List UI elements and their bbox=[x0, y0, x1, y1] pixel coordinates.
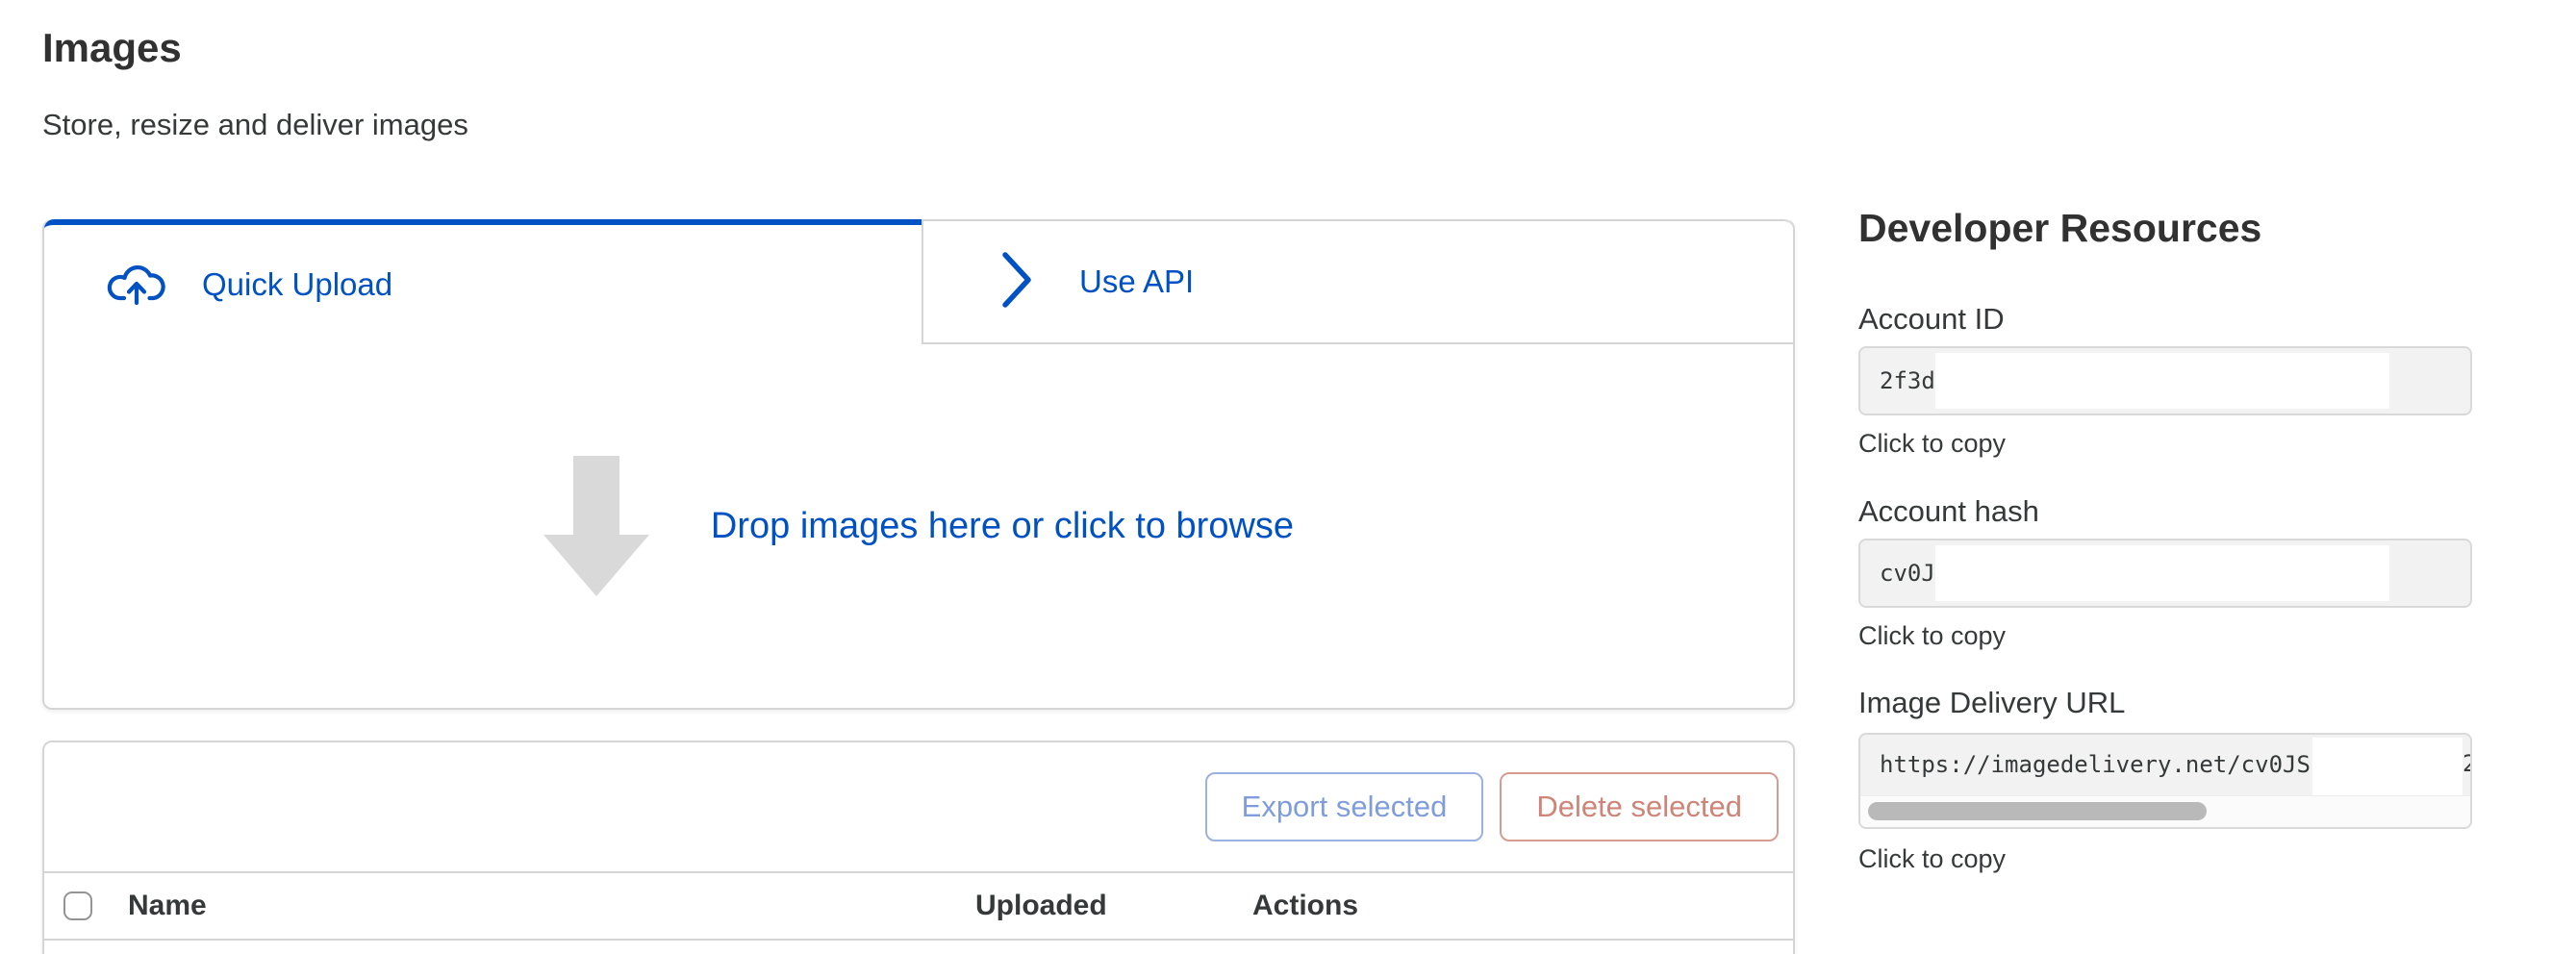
table-header-row: Name Uploaded Actions bbox=[44, 871, 1793, 941]
dropzone-label: Drop images here or click to browse bbox=[711, 506, 1294, 547]
horizontal-scrollbar-thumb[interactable] bbox=[1868, 802, 2207, 820]
image-delivery-url-value: https://imagedelivery.net/cv0JSj bbox=[1880, 735, 2324, 794]
developer-resources-panel: Developer Resources Account ID 2f3d Clic… bbox=[1858, 206, 2472, 954]
column-header-name: Name bbox=[128, 873, 207, 939]
image-delivery-url-copy-hint: Click to copy bbox=[1858, 844, 2006, 874]
redaction-overlay bbox=[1935, 353, 2389, 409]
chevron-right-icon bbox=[1000, 250, 1033, 314]
tab-quick-upload-label: Quick Upload bbox=[202, 266, 392, 303]
table-actions-row: Export selected Delete selected bbox=[44, 742, 1793, 871]
redaction-overlay bbox=[2312, 738, 2462, 797]
upload-panel: Quick Upload Use API Drop images here or… bbox=[42, 219, 1795, 710]
url-clipped-fragment: 2 bbox=[2462, 750, 2472, 785]
down-arrow-icon bbox=[543, 456, 649, 596]
account-hash-value: cv0J bbox=[1880, 560, 1935, 587]
delete-selected-button[interactable]: Delete selected bbox=[1500, 772, 1779, 841]
account-id-label: Account ID bbox=[1858, 302, 2005, 337]
account-id-field[interactable]: 2f3d bbox=[1858, 346, 2472, 415]
tab-use-api[interactable]: Use API bbox=[922, 219, 1793, 344]
image-dropzone[interactable]: Drop images here or click to browse bbox=[44, 344, 1793, 708]
select-all-checkbox[interactable] bbox=[63, 891, 92, 920]
tab-use-api-label: Use API bbox=[1079, 264, 1194, 300]
page-title: Images bbox=[42, 25, 182, 71]
image-delivery-url-field[interactable]: https://imagedelivery.net/cv0JSj 2 bbox=[1858, 733, 2472, 829]
cloud-upload-icon bbox=[106, 259, 167, 312]
account-hash-field[interactable]: cv0J bbox=[1858, 539, 2472, 608]
page-subtitle: Store, resize and deliver images bbox=[42, 108, 468, 142]
account-hash-copy-hint: Click to copy bbox=[1858, 621, 2006, 651]
column-header-uploaded: Uploaded bbox=[975, 873, 1107, 939]
account-hash-label: Account hash bbox=[1858, 494, 2039, 529]
developer-resources-title: Developer Resources bbox=[1858, 206, 2261, 251]
tab-quick-upload[interactable]: Quick Upload bbox=[44, 219, 922, 344]
account-id-value: 2f3d bbox=[1880, 367, 1935, 394]
horizontal-scrollbar bbox=[1860, 795, 2470, 827]
column-header-actions: Actions bbox=[1252, 873, 1358, 939]
account-id-copy-hint: Click to copy bbox=[1858, 429, 2006, 459]
image-delivery-url-label: Image Delivery URL bbox=[1858, 686, 2125, 720]
redaction-overlay bbox=[1935, 545, 2389, 601]
export-selected-button[interactable]: Export selected bbox=[1205, 772, 1484, 841]
image-table-panel: Export selected Delete selected Name Upl… bbox=[42, 741, 1795, 954]
